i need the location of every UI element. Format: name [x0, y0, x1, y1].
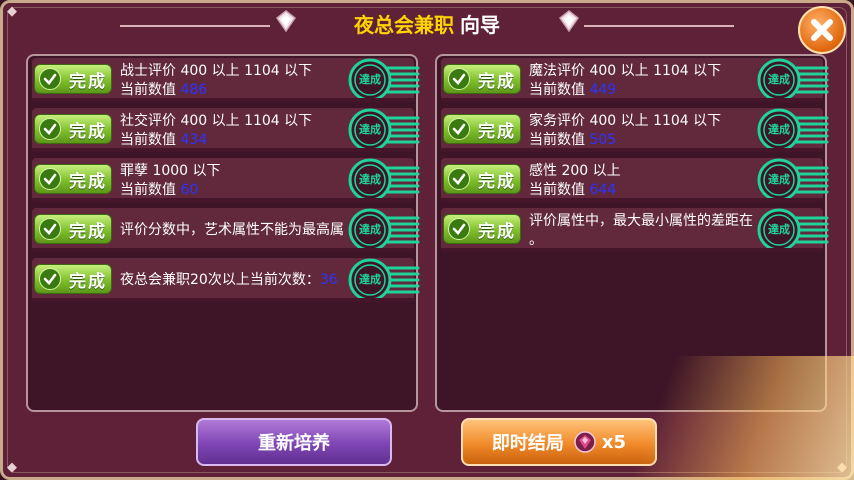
achieved-stamp-text: 達成	[768, 123, 790, 136]
check-icon	[39, 268, 61, 290]
done-label: 完成	[478, 71, 516, 92]
task-text: 评价分数中，艺术属性不能为最高属	[120, 221, 350, 240]
done-button[interactable]: 完成	[443, 164, 521, 194]
achieved-stamp-text: 達成	[359, 73, 381, 86]
task-text: 社交评价 400 以上 1104 以下 当前数值 434	[120, 112, 350, 150]
ruby-icon	[574, 431, 596, 453]
done-label: 完成	[69, 171, 107, 192]
done-label: 完成	[69, 271, 107, 292]
done-button[interactable]: 完成	[443, 114, 521, 144]
current-value-label: 当前数值	[120, 82, 176, 98]
current-value-label: 。	[529, 232, 543, 248]
corner-ornament: ◆	[7, 460, 17, 475]
current-value-label: 当前数值	[529, 82, 585, 98]
check-icon	[448, 168, 470, 190]
task-text: 战士评价 400 以上 1104 以下 当前数值 486	[120, 62, 350, 100]
achieved-stamp-text: 達成	[359, 273, 381, 286]
current-value: 449	[589, 82, 617, 98]
task-row: 完成 家务评价 400 以上 1104 以下 当前数值 505 達成	[441, 108, 829, 152]
done-button[interactable]: 完成	[34, 264, 112, 294]
current-value: 486	[180, 82, 208, 98]
achieved-stamp-text: 達成	[359, 223, 381, 236]
close-icon	[811, 19, 833, 41]
achieved-stamp-text: 達成	[768, 173, 790, 186]
ruby-cost: x5	[601, 431, 627, 453]
task-text: 魔法评价 400 以上 1104 以下 当前数值 449	[529, 62, 759, 100]
achieved-stamp-text: 達成	[359, 123, 381, 136]
done-button[interactable]: 完成	[443, 214, 521, 244]
task-row: 完成 夜总会兼职20次以上当前次数：36 達成	[32, 258, 420, 302]
task-text: 罪孽 1000 以下 当前数值 60	[120, 162, 350, 200]
current-value: 434	[180, 132, 208, 148]
dialog-header: 夜总会兼职 向导	[0, 6, 854, 44]
achieved-stamp-text: 達成	[359, 173, 381, 186]
current-value-label: 当前数值	[120, 182, 176, 198]
task-text: 评价属性中，最大最小属性的差距在。	[529, 212, 759, 250]
instant-ending-button[interactable]: 即时结局 x5	[461, 418, 657, 466]
task-requirement: 社交评价 400 以上 1104 以下	[120, 113, 313, 129]
task-row: 完成 评价属性中，最大最小属性的差距在。 達成	[441, 208, 829, 252]
done-button[interactable]: 完成	[34, 214, 112, 244]
corner-ornament: ◆	[837, 460, 847, 475]
diamond-icon	[558, 10, 580, 32]
task-requirement: 罪孽 1000 以下	[120, 163, 221, 179]
task-row: 完成 罪孽 1000 以下 当前数值 60 達成	[32, 158, 420, 202]
done-label: 完成	[478, 121, 516, 142]
task-text: 感性 200 以上 当前数值 644	[529, 162, 759, 200]
task-row: 完成 感性 200 以上 当前数值 644 達成	[441, 158, 829, 202]
task-requirement: 家务评价 400 以上 1104 以下	[529, 113, 722, 129]
current-value-label: 当前数值	[120, 132, 176, 148]
current-value: 36	[319, 272, 338, 288]
done-button[interactable]: 完成	[34, 164, 112, 194]
task-panel-right: 完成 魔法评价 400 以上 1104 以下 当前数值 449 達成 完成 家务评价 40…	[435, 54, 829, 412]
task-text: 夜总会兼职20次以上当前次数：36	[120, 271, 350, 290]
done-button[interactable]: 完成	[34, 114, 112, 144]
task-requirement: 评价分数中，艺术属性不能为最高属	[120, 222, 344, 238]
current-value: 644	[589, 182, 617, 198]
achieved-stamp-text: 達成	[768, 73, 790, 86]
done-button[interactable]: 完成	[443, 64, 521, 94]
task-row: 完成 战士评价 400 以上 1104 以下 当前数值 486 達成	[32, 58, 420, 102]
check-icon	[448, 118, 470, 140]
check-icon	[39, 118, 61, 140]
current-value: 60	[180, 182, 199, 198]
task-row: 完成 社交评价 400 以上 1104 以下 当前数值 434 達成	[32, 108, 420, 152]
current-value-label: 当前数值	[529, 132, 585, 148]
task-requirement: 魔法评价 400 以上 1104 以下	[529, 63, 722, 79]
check-icon	[39, 68, 61, 90]
instant-ending-label: 即时结局	[491, 433, 564, 454]
done-label: 完成	[69, 121, 107, 142]
task-requirement: 感性 200 以上	[529, 163, 621, 179]
current-value-label: 当前数值	[529, 182, 585, 198]
title-sub: 向导	[460, 13, 500, 37]
done-label: 完成	[478, 221, 516, 242]
title-main: 夜总会兼职	[354, 13, 454, 37]
task-row: 完成 评价分数中，艺术属性不能为最高属 達成	[32, 208, 420, 252]
header-ornament-right	[584, 18, 734, 34]
done-label: 完成	[69, 71, 107, 92]
done-button[interactable]: 完成	[34, 64, 112, 94]
retrain-label: 重新培养	[258, 433, 330, 454]
done-label: 完成	[478, 171, 516, 192]
current-value: 505	[589, 132, 617, 148]
check-icon	[39, 218, 61, 240]
task-requirement: 战士评价 400 以上 1104 以下	[120, 63, 313, 79]
task-panel-left: 完成 战士评价 400 以上 1104 以下 当前数值 486 達成 完成 社交评价 40…	[26, 54, 420, 412]
achieved-stamp-text: 達成	[768, 223, 790, 236]
done-label: 完成	[69, 221, 107, 242]
check-icon	[39, 168, 61, 190]
retrain-button[interactable]: 重新培养	[196, 418, 392, 466]
check-icon	[448, 68, 470, 90]
check-icon	[448, 218, 470, 240]
task-requirement: 评价属性中，最大最小属性的差距在	[529, 213, 753, 229]
task-row: 完成 魔法评价 400 以上 1104 以下 当前数值 449 達成	[441, 58, 829, 102]
task-requirement: 夜总会兼职20次以上当前次数：	[120, 272, 320, 288]
task-text: 家务评价 400 以上 1104 以下 当前数值 505	[529, 112, 759, 150]
close-button[interactable]	[798, 6, 846, 54]
